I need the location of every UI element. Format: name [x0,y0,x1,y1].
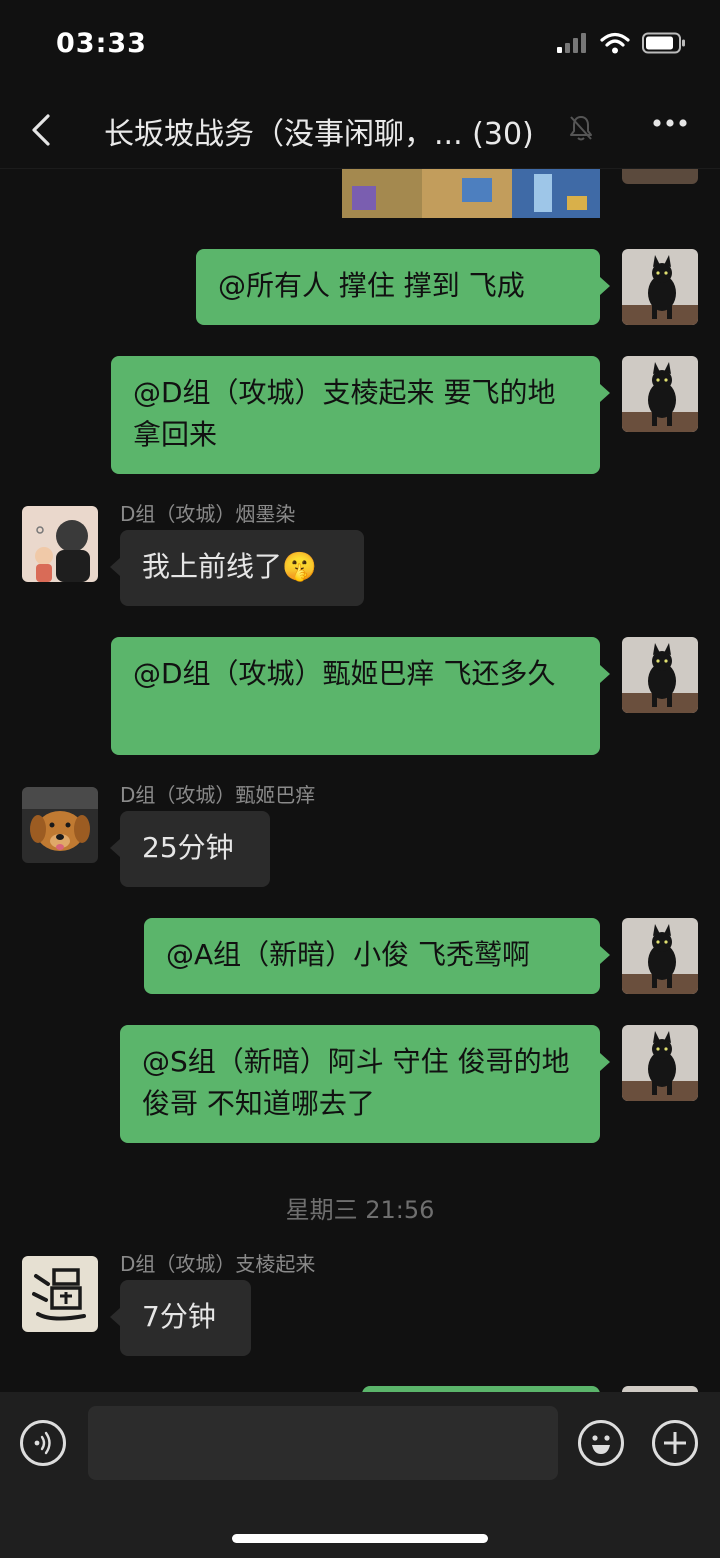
message-bubble[interactable]: 25分钟 [110,811,270,887]
message-list[interactable]: @所有人 撑住 撑到 飞成 @D组（攻城）支棱起来 要飞的地 拿回来 D组（攻城… [0,168,720,1392]
sender-name: D组（攻城）烟墨染 [120,502,296,526]
message-bubble[interactable]: @S组（新暗）阿斗 守住 俊哥的地 俊哥 不知道哪去了 [120,1025,610,1143]
black-cat-avatar-image [622,1025,698,1101]
member-count: (30) [472,117,534,152]
black-cat-avatar-image [622,637,698,713]
sender-name: D组（攻城）甄姬巴痒 [120,783,316,807]
dog-avatar-image [22,787,98,863]
plus-glyph [664,1432,686,1454]
message-bubble[interactable]: @所有人 撑住 撑到 飞成 [196,249,610,325]
signal-icon [557,33,586,53]
message-bubble[interactable]: 7分钟 [110,1280,251,1356]
avatar-self[interactable] [622,356,698,432]
group-name: 长坂坡战务（没事闲聊，... [104,117,463,152]
avatar-self[interactable] [622,637,698,713]
avatar-sender[interactable] [22,787,98,863]
emoji-icon[interactable] [578,1420,624,1466]
status-icons [556,32,686,54]
avatar-sender[interactable] [22,506,98,582]
status-time: 03:33 [56,28,147,59]
black-cat-avatar-image [622,356,698,432]
wifi-icon [600,32,630,54]
avatar-self[interactable] [622,918,698,994]
game-screenshot-image[interactable] [342,168,600,218]
voice-icon[interactable] [20,1420,66,1466]
bell-slash-icon [570,116,592,141]
voice-waves-glyph [34,1431,51,1455]
smile-glyph [592,1435,610,1454]
avatar-self[interactable] [622,1025,698,1101]
message-bubble[interactable]: @D组（攻城）甄姬巴痒 飞还多久 [111,637,610,755]
black-cat-avatar-image [622,168,698,184]
avatar-sender[interactable] [22,1256,98,1332]
message-bubble[interactable]: @A组（新暗）小俊 飞秃鹫啊 [144,918,610,994]
black-cat-avatar-image [622,249,698,325]
timestamp-separator: 星期三 21:56 [285,1196,435,1224]
man-with-baby-avatar-image [22,506,98,582]
chevron-left-icon[interactable] [26,110,56,150]
chat-header: 长坂坡战务（没事闲聊，... (30) [0,92,720,169]
more-icon[interactable] [652,116,688,130]
message-bubble[interactable]: 我上前线了🤫 [110,530,364,606]
calligraphy-avatar-image [22,1256,98,1332]
message-bubble[interactable]: @D组（攻城）支棱起来 要飞的地 拿回来 [111,356,610,474]
chat-title[interactable]: 长坂坡战务（没事闲聊，... (30) [104,109,534,153]
plus-icon[interactable] [652,1420,698,1466]
sender-name: D组（攻城）支棱起来 [120,1252,316,1276]
home-indicator[interactable] [232,1534,488,1543]
black-cat-avatar-image [622,918,698,994]
avatar-self[interactable] [622,168,698,184]
status-bar: 03:33 [0,0,720,92]
message-input[interactable] [88,1406,558,1480]
battery-icon [642,32,685,54]
avatar-self[interactable] [622,249,698,325]
